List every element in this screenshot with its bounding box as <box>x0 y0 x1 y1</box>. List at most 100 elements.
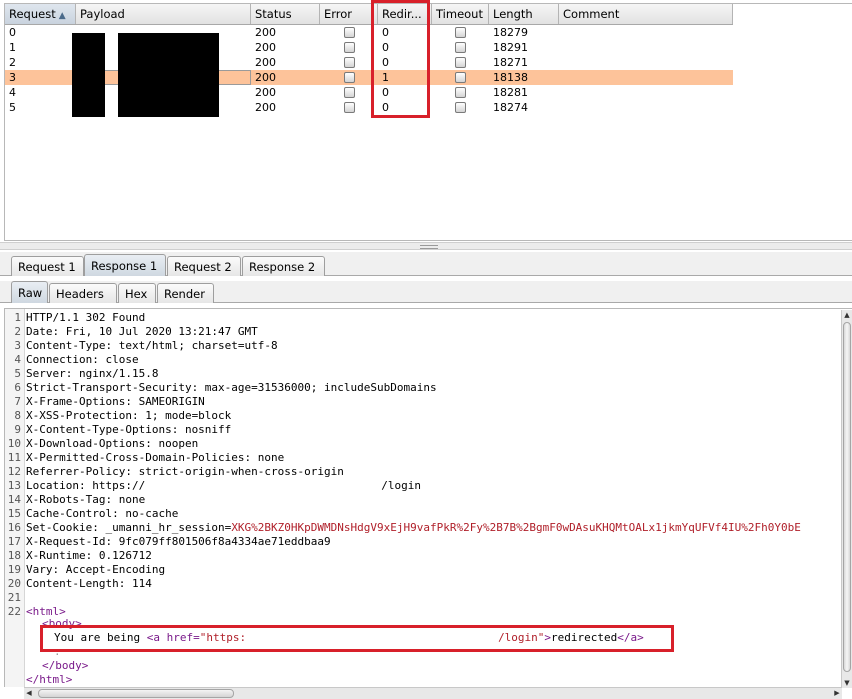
cell-length: 18291 <box>493 41 528 54</box>
line-number: 10 <box>7 437 21 450</box>
tab-response-2[interactable]: Response 2 <box>242 256 325 276</box>
line-number: 14 <box>7 493 21 506</box>
cell-comment <box>559 25 733 40</box>
table-row[interactable]: 4rio@200018281 <box>5 85 733 100</box>
tab-request-1[interactable]: Request 1 <box>11 256 84 276</box>
line-number: 19 <box>7 563 21 576</box>
horizontal-scrollbar[interactable]: ◀ ▶ <box>24 687 842 699</box>
tab-headers[interactable]: Headers <box>49 283 117 303</box>
response-line: X-XSS-Protection: 1; mode=block <box>26 409 232 422</box>
response-line: Server: nginx/1.15.8 <box>26 367 159 380</box>
view-tabs: Raw Headers Hex Render <box>0 281 852 303</box>
checkbox[interactable] <box>455 72 466 83</box>
cell-error-checkbox <box>320 100 378 115</box>
cell-length: 18279 <box>493 26 528 39</box>
response-line: Set-Cookie: _umanni_hr_session=XKG%2BKZ0… <box>26 521 801 534</box>
cell-status: 200 <box>255 26 276 39</box>
col-error[interactable]: Error <box>320 4 378 24</box>
checkbox[interactable] <box>455 42 466 53</box>
splitter-grip-icon <box>420 245 438 249</box>
cell-status: 200 <box>255 86 276 99</box>
col-status[interactable]: Status <box>251 4 320 24</box>
cell-request: 3 <box>9 71 16 84</box>
tab-response-1[interactable]: Response 1 <box>84 254 166 276</box>
cell-length: 18138 <box>493 71 528 84</box>
vertical-scrollbar[interactable]: ▲ ▼ <box>841 310 852 688</box>
cell-comment <box>559 100 733 115</box>
response-line: Location: https:///login <box>26 479 421 492</box>
cell-timeout-checkbox <box>432 85 489 100</box>
cell-status: 200 <box>255 41 276 54</box>
cell-status: 200 <box>255 56 276 69</box>
line-number <box>5 675 21 687</box>
response-line: X-Robots-Tag: none <box>26 493 146 506</box>
scroll-up-icon[interactable]: ▲ <box>843 311 851 319</box>
col-comment[interactable]: Comment <box>559 4 733 24</box>
cell-request: 1 <box>9 41 16 54</box>
col-request[interactable]: Request ▲ <box>5 4 76 24</box>
redirect-body-highlight <box>40 625 674 652</box>
checkbox[interactable] <box>343 27 355 38</box>
table-body: 02000182791e@20001829125@re2000182713na@… <box>5 25 733 115</box>
line-number <box>5 661 21 675</box>
col-payload[interactable]: Payload <box>76 4 251 24</box>
response-line: X-Download-Options: noopen <box>26 437 199 450</box>
response-line: Cache-Control: no-cache <box>26 507 179 520</box>
cell-comment <box>559 70 733 85</box>
line-number: 11 <box>7 451 21 464</box>
checkbox[interactable] <box>343 57 355 68</box>
table-row[interactable]: 3na@r200118138 <box>5 70 733 85</box>
response-line: Strict-Transport-Security: max-age=31536… <box>26 381 437 394</box>
line-number: 4 <box>14 353 21 366</box>
col-length[interactable]: Length <box>489 4 559 24</box>
scroll-left-icon[interactable]: ◀ <box>24 688 34 698</box>
pane-splitter[interactable] <box>0 242 852 250</box>
col-timeout[interactable]: Timeout <box>432 4 489 24</box>
cell-timeout-checkbox <box>432 100 489 115</box>
response-line: Referrer-Policy: strict-origin-when-cros… <box>26 465 344 478</box>
redaction-block-left <box>72 33 105 117</box>
line-number: 18 <box>7 549 21 562</box>
line-number <box>5 647 21 661</box>
message-tabs: Request 1 Response 1 Request 2 Response … <box>0 252 852 276</box>
checkbox[interactable] <box>343 72 355 83</box>
cell-comment <box>559 55 733 70</box>
vertical-scroll-thumb[interactable] <box>843 322 851 672</box>
tab-request-2[interactable]: Request 2 <box>167 256 241 276</box>
table-row[interactable]: 5@200018274 <box>5 100 733 115</box>
checkbox[interactable] <box>343 87 355 98</box>
table-row[interactable]: 1e@200018291 <box>5 40 733 55</box>
cell-status: 200 <box>255 101 276 114</box>
html-body-close: </body> <box>42 659 89 672</box>
response-line: Connection: close <box>26 353 139 366</box>
line-number: 3 <box>14 339 21 352</box>
checkbox[interactable] <box>455 27 466 38</box>
cell-error-checkbox <box>320 70 378 85</box>
scroll-down-icon[interactable]: ▼ <box>843 679 851 687</box>
line-number: 13 <box>7 479 21 492</box>
tab-raw[interactable]: Raw <box>11 281 48 303</box>
horizontal-scroll-thumb[interactable] <box>38 689 234 698</box>
checkbox[interactable] <box>455 102 466 113</box>
cell-request: 5 <box>9 101 16 114</box>
html-close: </html> <box>26 673 73 686</box>
tab-hex[interactable]: Hex <box>118 283 156 303</box>
checkbox[interactable] <box>455 57 466 68</box>
table-row[interactable]: 0 200 0 18279 <box>5 25 733 40</box>
cell-comment <box>559 85 733 100</box>
checkbox[interactable] <box>343 42 355 53</box>
cell-length: 18281 <box>493 86 528 99</box>
checkbox[interactable] <box>455 87 466 98</box>
table-header: Request ▲ Payload Status Error Redir... T… <box>5 4 733 25</box>
scroll-right-icon[interactable]: ▶ <box>832 688 842 698</box>
table-row[interactable]: 25@re200018271 <box>5 55 733 70</box>
cell-timeout-checkbox <box>432 40 489 55</box>
cell-length: 18271 <box>493 56 528 69</box>
line-number <box>5 633 21 647</box>
line-number: 8 <box>14 409 21 422</box>
checkbox[interactable] <box>343 102 355 113</box>
line-number: 7 <box>14 395 21 408</box>
tab-render[interactable]: Render <box>157 283 214 303</box>
cell-timeout-checkbox <box>432 70 489 85</box>
line-number: 15 <box>7 507 21 520</box>
